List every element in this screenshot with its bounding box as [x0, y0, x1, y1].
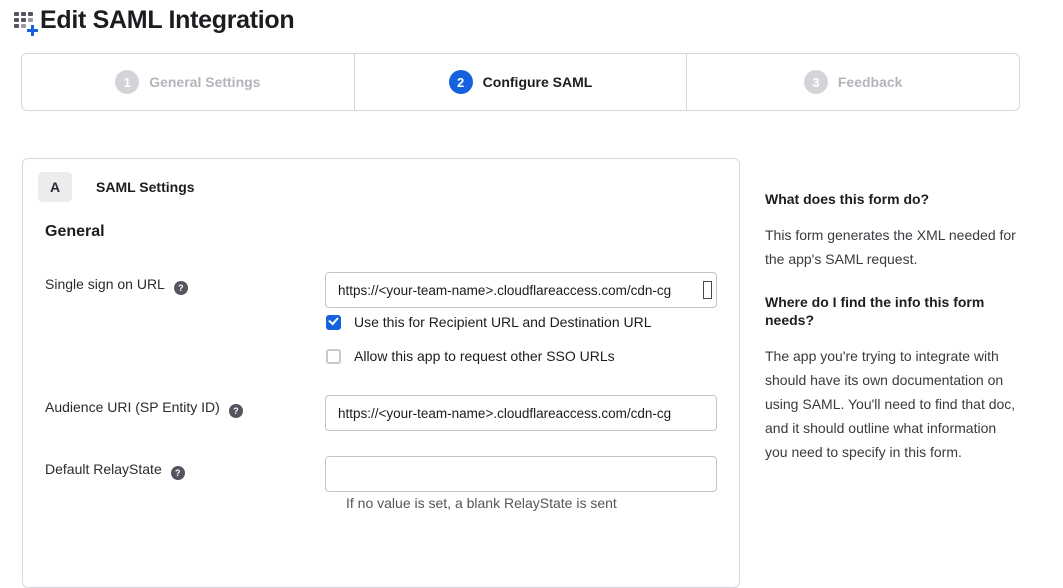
help-answer-1: This form generates the XML needed for t…: [765, 223, 1017, 271]
page-title: Edit SAML Integration: [40, 6, 294, 35]
app-grid-add-icon: [14, 11, 36, 33]
general-group-title: General: [45, 223, 105, 241]
step-general-settings[interactable]: 1 General Settings: [22, 54, 354, 110]
question-icon[interactable]: ?: [229, 404, 243, 418]
help-sidebar: What does this form do? This form genera…: [765, 190, 1017, 486]
help-answer-2: The app you're trying to integrate with …: [765, 344, 1017, 464]
saml-settings-panel: A SAML Settings General Single sign on U…: [22, 158, 740, 588]
step-label: Configure SAML: [483, 74, 593, 90]
page-header: Edit SAML Integration: [14, 6, 294, 35]
help-question-1: What does this form do?: [765, 190, 1017, 208]
relay-state-note: If no value is set, a blank RelayState i…: [346, 495, 617, 511]
section-header: A SAML Settings: [38, 172, 195, 202]
question-icon[interactable]: ?: [171, 466, 185, 480]
section-letter-badge: A: [38, 172, 72, 202]
plus-icon: [27, 25, 38, 36]
step-label: General Settings: [149, 74, 260, 90]
relay-state-label: Default RelayState?: [45, 461, 185, 480]
checkbox-checked-icon[interactable]: [326, 315, 341, 330]
sso-url-input[interactable]: [325, 272, 717, 308]
step-feedback[interactable]: 3 Feedback: [686, 54, 1019, 110]
wizard-steps: 1 General Settings 2 Configure SAML 3 Fe…: [21, 53, 1020, 111]
text-cursor: [703, 281, 712, 299]
checkbox-unchecked-icon[interactable]: [326, 349, 341, 364]
step-number-badge: 3: [804, 70, 828, 94]
step-number-badge: 2: [449, 70, 473, 94]
relay-state-input[interactable]: [325, 456, 717, 492]
recipient-url-checkbox-row[interactable]: Use this for Recipient URL and Destinati…: [326, 314, 652, 330]
section-title: SAML Settings: [96, 179, 195, 195]
recipient-url-checkbox-label: Use this for Recipient URL and Destinati…: [354, 314, 652, 330]
audience-uri-input[interactable]: [325, 395, 717, 431]
step-label: Feedback: [838, 74, 903, 90]
audience-uri-label: Audience URI (SP Entity ID)?: [45, 399, 243, 418]
sso-url-label: Single sign on URL?: [45, 276, 188, 295]
help-question-2: Where do I find the info this form needs…: [765, 293, 1017, 329]
step-number-badge: 1: [115, 70, 139, 94]
sso-url-input-wrap: [325, 272, 717, 308]
question-icon[interactable]: ?: [174, 281, 188, 295]
step-configure-saml[interactable]: 2 Configure SAML: [354, 54, 687, 110]
other-sso-checkbox-label: Allow this app to request other SSO URLs: [354, 348, 615, 364]
other-sso-checkbox-row[interactable]: Allow this app to request other SSO URLs: [326, 348, 615, 364]
